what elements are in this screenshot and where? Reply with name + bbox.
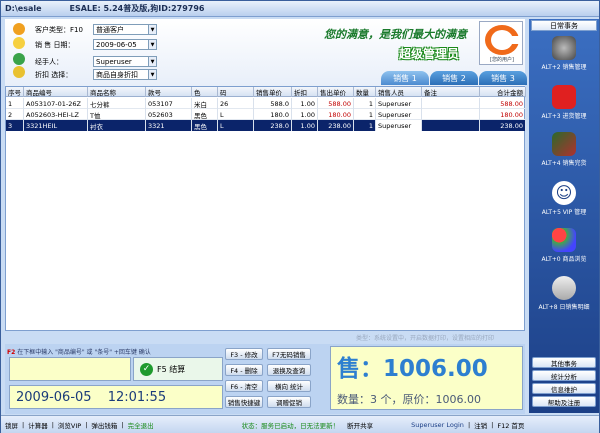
sale-tabs: 销售 1 销售 2 销售 3 xyxy=(381,71,528,85)
input-tip: F2 在下框中输入 "商品编号" 或 "条号" +回车键 确认 xyxy=(7,349,151,356)
table-row-selected[interactable]: 3 3321HEIL 衬衣 3321 黑色 L 238.0 1.00 238.0… xyxy=(6,120,526,131)
info-maintenance-button[interactable]: 信息维护 xyxy=(532,383,596,394)
table-header: 序号 商品编号 商品名称 款号 色 码 销售单价 折扣 售出单价 数量 销售人员… xyxy=(6,87,526,97)
person-icon: ☺ xyxy=(552,181,576,205)
hat-icon xyxy=(552,36,576,60)
sidebar xyxy=(529,19,599,413)
discount-select[interactable]: 商品自身折扣 ▼ xyxy=(93,69,157,80)
discount-label: 折扣 选择： xyxy=(35,71,73,79)
settle-button[interactable]: ✓ F5 结算 xyxy=(133,357,223,381)
tab-sale-1[interactable]: 销售 1 xyxy=(381,71,429,85)
total-label: 售： xyxy=(337,356,383,382)
login-user: Superuser Login xyxy=(411,420,464,429)
sidebar-item-daily-detail[interactable]: ALT+8 日销售明细 xyxy=(529,276,599,311)
table-row[interactable]: 2 A052603-HEI-LZ T恤 052603 黑色 L 180.0 1.… xyxy=(6,109,526,120)
dice-icon xyxy=(552,85,576,109)
sale-shortcuts-button[interactable]: 销售快捷键 xyxy=(225,396,263,408)
status-text: 状态：服务已启动，日无法更新！ xyxy=(241,421,340,430)
tab-sale-3[interactable]: 销售 3 xyxy=(479,71,527,85)
barcode-input[interactable] xyxy=(9,357,131,381)
date-time-display: 2009-06-05 12:01:55 xyxy=(9,385,223,409)
lock-screen-link[interactable]: 锁屏 xyxy=(1,420,22,430)
check-icon: ✓ xyxy=(140,362,153,376)
customer-icon xyxy=(13,23,25,35)
table-row[interactable]: 1 A053107-01-26Z 七分裤 053107 米白 26 588.0 … xyxy=(6,98,526,109)
logout-link[interactable]: 注销 xyxy=(470,420,491,430)
cash-drawer-link[interactable]: 弹出钱箱 xyxy=(87,420,121,430)
status-bar: 锁屏 | 计算器 | 浏览VIP | 弹出钱箱 | 完全退出 状态：服务已启动，日无法更… xyxy=(1,415,599,433)
pin-icon xyxy=(552,276,576,300)
app-window: D:\esale ESALE: 5.24普及版,狗ID:279796 客户类型：… xyxy=(0,0,600,433)
delete-button[interactable]: F4 - 删除 xyxy=(225,364,263,376)
return-query-button[interactable]: 退换及查询 xyxy=(267,364,311,376)
edit-button[interactable]: F3 - 修改 xyxy=(225,348,263,360)
hint-bar: 类型：系统设置中，开启数据打印，设置相应的打印 xyxy=(356,335,495,342)
customer-type-label: 客户类型：F10 xyxy=(35,26,83,34)
statistics-button[interactable]: 横向 统计 xyxy=(267,380,311,392)
total-display: 售：1006.00 数量：3 个，原价：1006.00 xyxy=(330,346,523,410)
version-label: ESALE: 5.24普及版,狗ID:279796 xyxy=(69,4,205,13)
sidebar-item-products[interactable]: ALT+0 商品浏览 xyxy=(529,228,599,263)
promotion-button[interactable]: 调赠促销 xyxy=(267,396,311,408)
home-link[interactable]: F12 首页 xyxy=(493,420,528,430)
no-code-sale-button[interactable]: F7无码销售 xyxy=(267,348,311,360)
calendar-icon xyxy=(13,37,25,49)
app-path: D:\esale xyxy=(5,4,42,13)
browse-vip-link[interactable]: 浏览VIP xyxy=(54,420,85,430)
title-bar: D:\esale ESALE: 5.24普及版,狗ID:279796 xyxy=(1,1,599,17)
handler-select[interactable]: Superuser ▼ xyxy=(93,56,157,67)
sidebar-item-vip[interactable]: ☺ ALT+5 VIP 管理 xyxy=(529,181,599,216)
discount-icon xyxy=(13,66,25,78)
exit-link[interactable]: 完全退出 xyxy=(124,420,158,430)
sidebar-item-sales-complete[interactable]: ALT+4 销售完货 xyxy=(529,132,599,167)
balls-icon xyxy=(552,228,576,252)
sidebar-item-sales[interactable]: ALT+2 销售管理 xyxy=(529,36,599,71)
sale-date-field[interactable]: 2009-06-05 ▼ xyxy=(93,39,157,50)
customer-type-select[interactable]: 普通客户 ▼ xyxy=(93,24,157,35)
sale-date-label: 销 售 日期： xyxy=(35,41,75,49)
role-title: 超级管理员 xyxy=(399,47,460,61)
statistics-analysis-button[interactable]: 统计分析 xyxy=(532,370,596,381)
sidebar-item-purchase[interactable]: ALT+3 进货管理 xyxy=(529,85,599,120)
company-logo: [您的用户] xyxy=(479,21,523,65)
chevron-down-icon: ▼ xyxy=(148,40,156,49)
handler-label: 经手人： xyxy=(35,58,63,66)
clear-button[interactable]: F6 - 清空 xyxy=(225,380,263,392)
other-tasks-button[interactable]: 其他事务 xyxy=(532,357,596,368)
sidebar-title: 日常事务 xyxy=(531,20,597,31)
help-register-button[interactable]: 帮助及注册 xyxy=(532,396,596,407)
tab-sale-2[interactable]: 销售 2 xyxy=(430,71,478,85)
disconnect-link[interactable]: 断开共享 xyxy=(343,420,377,430)
sales-table: 序号 商品编号 商品名称 款号 色 码 销售单价 折扣 售出单价 数量 销售人员… xyxy=(5,86,526,331)
chevron-down-icon: ▼ xyxy=(148,25,156,34)
handler-icon xyxy=(13,53,25,65)
chevron-down-icon: ▼ xyxy=(148,57,156,66)
logo-caption: [您的用户] xyxy=(490,57,514,63)
chevron-down-icon: ▼ xyxy=(148,70,156,79)
slogan-text: 您的满意，是我们最大的满意 xyxy=(324,28,467,41)
calculator-link[interactable]: 计算器 xyxy=(24,420,52,430)
feather-icon xyxy=(552,132,576,156)
quantity-summary: 数量：3 个，原价：1006.00 xyxy=(337,393,481,406)
total-amount: 1006.00 xyxy=(383,356,488,382)
